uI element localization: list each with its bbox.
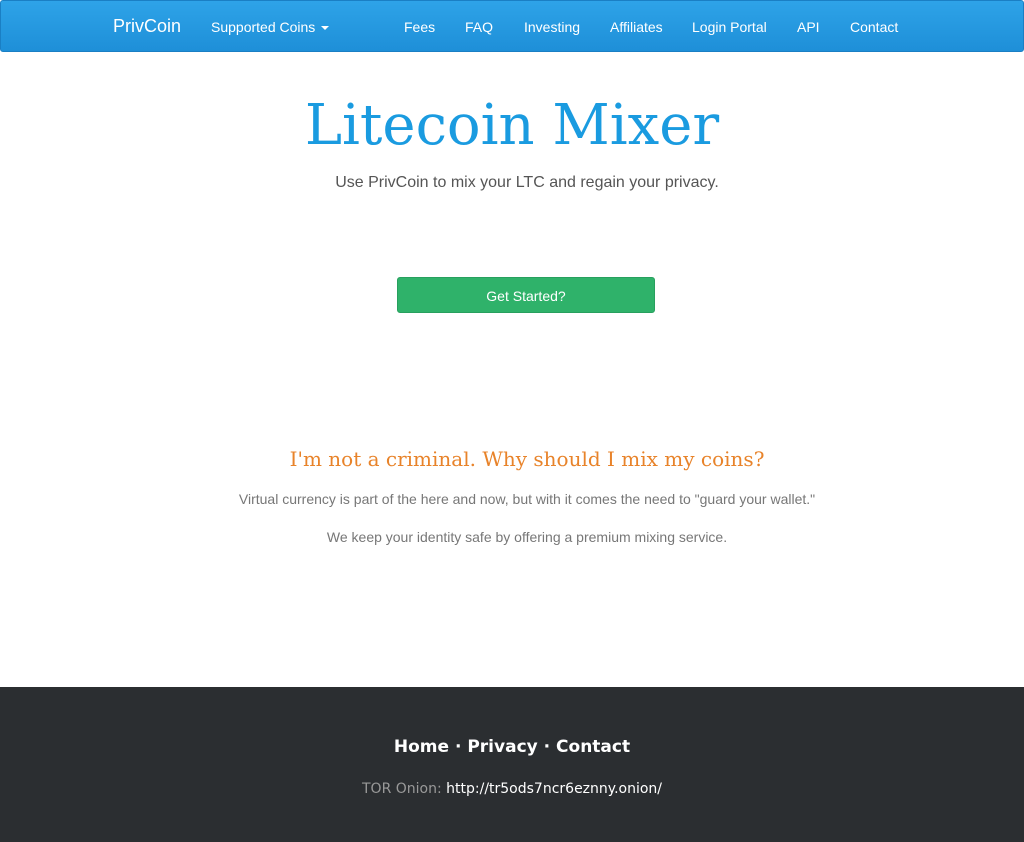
brand-logo-link[interactable]: PrivCoin	[113, 16, 181, 37]
nav-contact[interactable]: Contact	[850, 19, 898, 35]
get-started-button[interactable]: Get Started?	[397, 277, 655, 313]
nav-login-portal[interactable]: Login Portal	[692, 19, 767, 35]
nav-faq[interactable]: FAQ	[465, 19, 493, 35]
footer-separator: ·	[543, 737, 551, 757]
footer-link-home[interactable]: Home	[394, 737, 449, 757]
top-navbar: PrivCoin Supported Coins Fees FAQ Invest…	[0, 0, 1024, 52]
footer-links: Home · Privacy · Contact	[0, 737, 1024, 757]
tor-onion-url[interactable]: http://tr5ods7ncr6eznny.onion/	[446, 781, 662, 797]
tor-onion-label: TOR Onion:	[362, 781, 442, 797]
footer-separator: ·	[454, 737, 462, 757]
why-mix-heading: I'm not a criminal. Why should I mix my …	[289, 447, 765, 471]
nav-affiliates[interactable]: Affiliates	[610, 19, 663, 35]
why-paragraph-1: Virtual currency is part of the here and…	[238, 491, 816, 507]
hero-subtitle: Use PrivCoin to mix your LTC and regain …	[335, 174, 719, 191]
tor-onion-line: TOR Onion: http://tr5ods7ncr6eznny.onion…	[0, 781, 1024, 797]
nav-supported-coins-label: Supported Coins	[211, 19, 316, 35]
hero-title: Litecoin Mixer	[304, 93, 720, 158]
nav-api[interactable]: API	[797, 19, 820, 35]
why-paragraph-2: We keep your identity safe by offering a…	[326, 529, 728, 545]
page-footer: Home · Privacy · Contact TOR Onion: http…	[0, 687, 1024, 842]
nav-fees[interactable]: Fees	[404, 19, 435, 35]
caret-down-icon	[321, 26, 330, 31]
footer-link-privacy[interactable]: Privacy	[467, 737, 537, 757]
footer-link-contact[interactable]: Contact	[556, 737, 630, 757]
nav-investing[interactable]: Investing	[524, 19, 580, 35]
nav-supported-coins-dropdown[interactable]: Supported Coins	[211, 19, 330, 35]
